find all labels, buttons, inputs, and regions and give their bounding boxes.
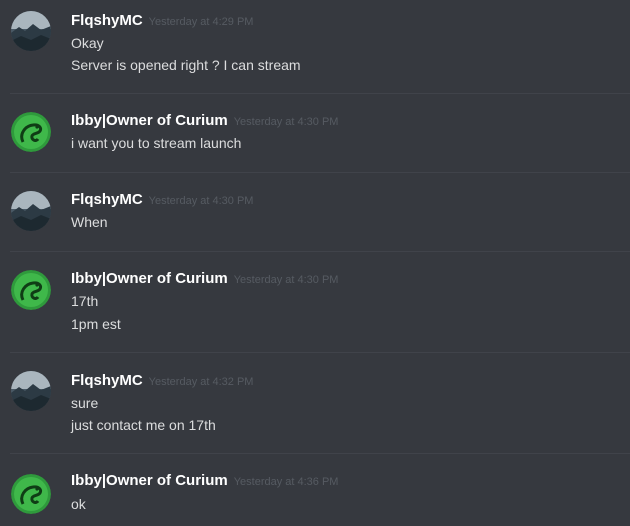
username[interactable]: Ibby|Owner of Curium [71,112,228,129]
message-text: Server is opened right ? I can stream [71,57,301,73]
message-group: FlqshyMC Yesterday at 4:32 PM sure just c… [0,353,630,453]
timestamp: Yesterday at 4:30 PM [233,274,339,286]
timestamp: Yesterday at 4:32 PM [148,376,254,388]
message-header: Ibby|Owner of Curium Yesterday at 4:30 PM [71,112,338,132]
message-group: Ibby|Owner of Curium Yesterday at 4:30 PM… [0,252,630,352]
message-header: FlqshyMC Yesterday at 4:32 PM [71,372,253,392]
message-group: Ibby|Owner of Curium Yesterday at 4:30 PM… [0,94,630,172]
message-text: ok [71,496,86,512]
timestamp: Yesterday at 4:30 PM [148,195,254,207]
message-header: Ibby|Owner of Curium Yesterday at 4:30 PM [71,270,338,290]
message-text: 1pm est [71,316,121,332]
message-text: sure [71,395,99,411]
username[interactable]: Ibby|Owner of Curium [71,472,228,489]
username[interactable]: Ibby|Owner of Curium [71,270,228,287]
timestamp: Yesterday at 4:29 PM [148,16,254,28]
message-text: 17th [71,293,99,309]
message-group: FlqshyMC Yesterday at 4:29 PM Okay Server… [0,0,630,93]
chat-message-list: FlqshyMC Yesterday at 4:29 PM Okay Server… [0,0,630,526]
username[interactable]: FlqshyMC [71,12,143,29]
message-header: FlqshyMC Yesterday at 4:29 PM [71,12,253,32]
green-snake-avatar[interactable] [11,270,51,310]
username[interactable]: FlqshyMC [71,372,143,389]
message-text: Okay [71,35,104,51]
mountain-landscape-avatar[interactable] [11,191,51,231]
timestamp: Yesterday at 4:30 PM [233,116,339,128]
message-text: i want you to stream launch [71,135,242,151]
message-header: FlqshyMC Yesterday at 4:30 PM [71,191,253,211]
timestamp: Yesterday at 4:36 PM [233,476,339,488]
message-group: FlqshyMC Yesterday at 4:30 PM When [0,173,630,251]
mountain-landscape-avatar[interactable] [11,371,51,411]
message-header: Ibby|Owner of Curium Yesterday at 4:36 PM [71,472,338,492]
green-snake-avatar[interactable] [11,112,51,152]
message-group: Ibby|Owner of Curium Yesterday at 4:36 PM… [0,454,630,526]
message-text: When [71,214,108,230]
username[interactable]: FlqshyMC [71,191,143,208]
message-text: just contact me on 17th [71,417,216,433]
mountain-landscape-avatar[interactable] [11,11,51,51]
green-snake-avatar[interactable] [11,474,51,514]
